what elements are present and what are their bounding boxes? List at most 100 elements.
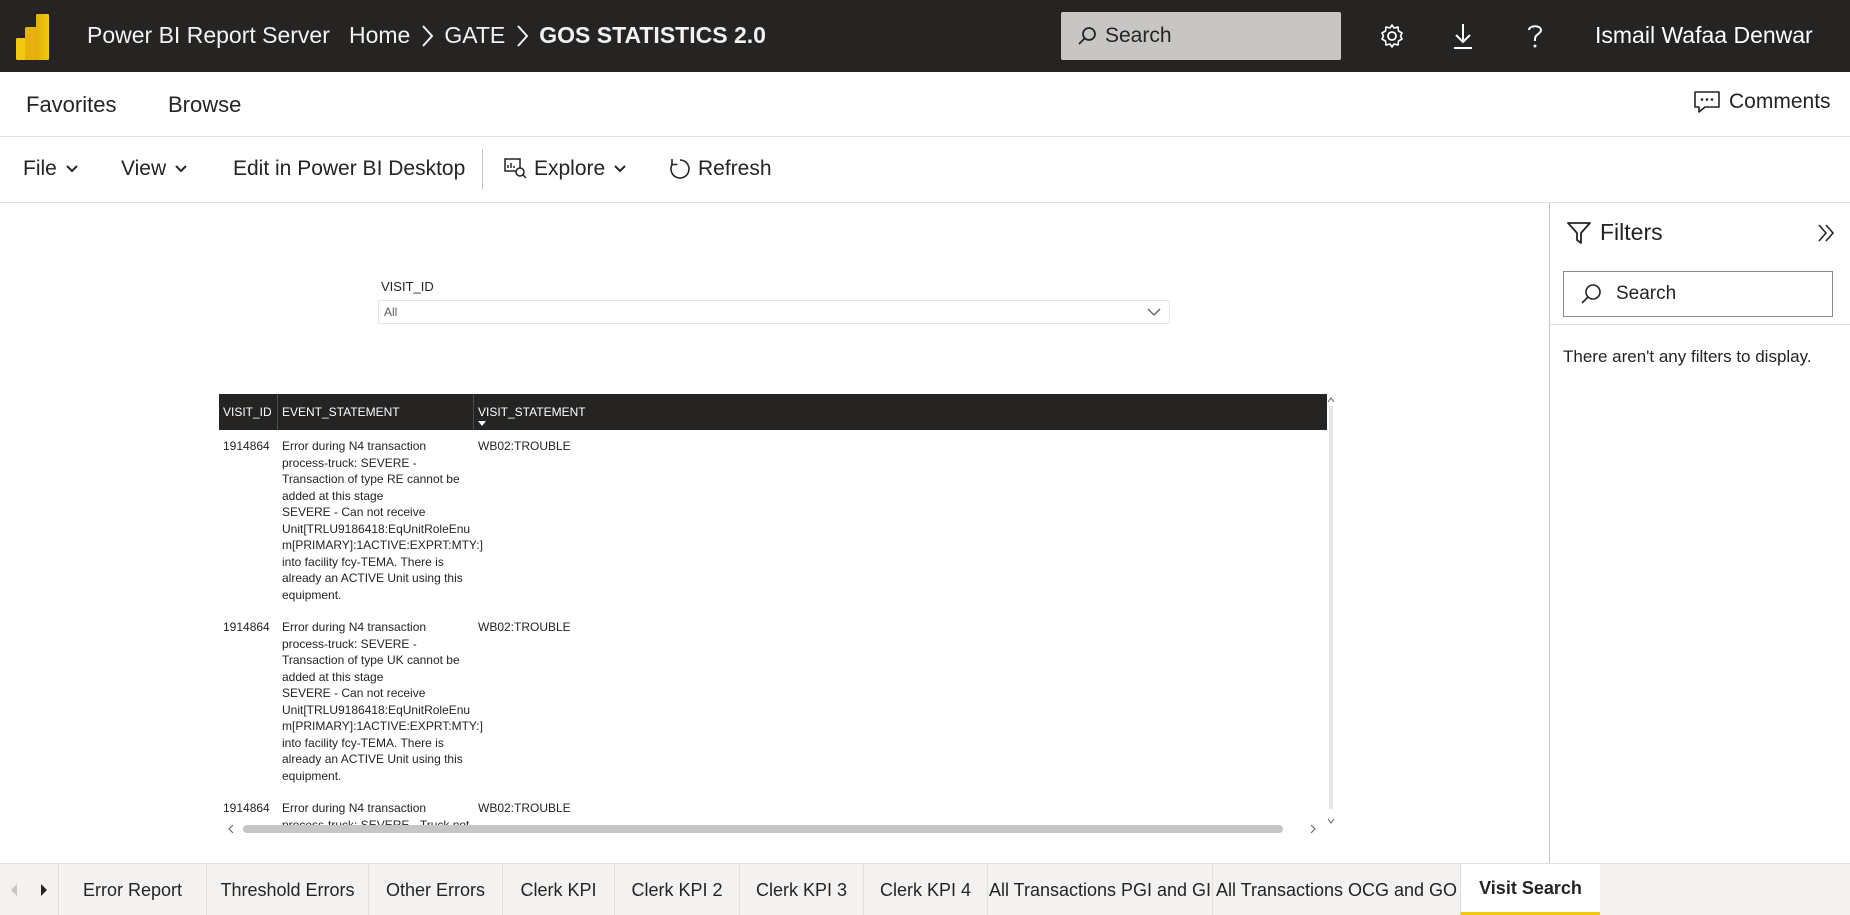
search-icon — [1078, 27, 1096, 45]
view-menu-label: View — [121, 157, 167, 180]
page-tab[interactable]: Clerk KPI — [502, 864, 614, 915]
event-statement-line: already an ACTIVE Unit using this — [282, 571, 463, 585]
report-canvas: VISIT_ID All VISIT_ID EVENT_STATEMENT VI… — [0, 203, 1549, 863]
column-header-visit-statement-label: VISIT_STATEMENT — [478, 405, 586, 419]
filter-icon — [1567, 221, 1591, 244]
power-bi-report-page: Power BI Report Server Home GATE GOS STA… — [0, 0, 1850, 915]
chevron-right-icon — [410, 24, 444, 48]
breadcrumb-gate[interactable]: GATE — [444, 22, 505, 49]
page-tab[interactable]: Error Report — [58, 864, 206, 915]
event-statement-line: Error during N4 transaction — [282, 620, 427, 634]
horizontal-scroll-thumb[interactable] — [243, 825, 1283, 833]
page-tab[interactable]: Visit Search — [1460, 864, 1600, 915]
visit-id-slicer-dropdown[interactable]: All — [378, 300, 1170, 324]
cell-visit-id: 1914864 — [223, 620, 270, 634]
nav-favorites[interactable]: Favorites — [26, 92, 116, 118]
app-title[interactable]: Power BI Report Server — [87, 22, 330, 49]
scroll-up-icon[interactable] — [1327, 396, 1335, 404]
table-horizontal-scrollbar[interactable] — [219, 820, 1327, 836]
event-statement-line: Unit[TRLU9186418:EqUnitRoleEnu — [282, 521, 471, 536]
view-menu[interactable]: View — [121, 157, 188, 181]
event-statement-line: equipment. — [282, 768, 342, 783]
chevron-down-icon — [66, 165, 78, 173]
column-header-event-statement[interactable]: EVENT_STATEMENT — [278, 394, 474, 430]
user-name[interactable]: Ismail Wafaa Denwar — [1595, 22, 1813, 49]
top-search-placeholder: Search — [1105, 24, 1172, 47]
explore-icon — [504, 158, 527, 179]
nav-bar: Favorites Browse Comments — [0, 72, 1850, 137]
breadcrumb: Home GATE GOS STATISTICS 2.0 — [349, 22, 766, 49]
cell-visit-statement: WB02:TROUBLE — [478, 801, 571, 815]
nav-browse[interactable]: Browse — [168, 92, 241, 118]
file-menu[interactable]: File — [23, 157, 79, 181]
filters-search-input[interactable]: Search — [1563, 271, 1833, 317]
page-tab[interactable]: Other Errors — [368, 864, 502, 915]
table-vertical-scrollbar[interactable] — [1327, 394, 1335, 831]
breadcrumb-current-report: GOS STATISTICS 2.0 — [539, 22, 766, 48]
event-statement-line: into facility fcy-TEMA. There is — [282, 735, 444, 750]
report-toolbar: File View Edit in Power BI Desktop Explo… — [0, 137, 1850, 203]
page-tab[interactable]: Clerk KPI 4 — [863, 864, 987, 915]
refresh-button[interactable]: Refresh — [668, 157, 772, 181]
comments-button[interactable]: Comments — [1693, 90, 1831, 114]
slicer-value: All — [384, 305, 398, 319]
vertical-scroll-track[interactable] — [1329, 406, 1333, 809]
help-icon[interactable] — [1519, 20, 1551, 52]
event-statement-line: Error during N4 transaction — [282, 439, 427, 453]
explore-menu[interactable]: Explore — [504, 157, 627, 181]
cell-visit-id: 1914864 — [223, 439, 270, 453]
scroll-left-icon[interactable] — [227, 824, 235, 834]
page-tab[interactable]: Clerk KPI 2 — [614, 864, 739, 915]
comments-label: Comments — [1729, 90, 1831, 113]
collapse-pane-icon[interactable] — [1816, 223, 1836, 248]
table-visual: VISIT_ID EVENT_STATEMENT VISIT_STATEMENT… — [219, 394, 1327, 831]
file-menu-label: File — [23, 157, 57, 180]
powerbi-logo-icon[interactable] — [16, 12, 56, 60]
chevron-down-icon — [175, 165, 187, 173]
scroll-right-icon[interactable] — [1309, 824, 1317, 834]
page-tab[interactable]: All Transactions OCG and GO — [1212, 864, 1460, 915]
filters-search-placeholder: Search — [1616, 283, 1677, 304]
page-tab[interactable]: Clerk KPI 3 — [739, 864, 863, 915]
refresh-icon — [670, 159, 690, 179]
column-header-visit-id[interactable]: VISIT_ID — [219, 394, 278, 430]
chevron-down-icon — [1147, 308, 1161, 316]
cell-event-statement: Error during N4 transaction process-truck… — [278, 438, 483, 603]
event-statement-line: m[PRIMARY]:1ACTIVE:EXPRT:MTY:] — [282, 719, 483, 733]
event-statement-line: Unit[TRLU9186418:EqUnitRoleEnu — [282, 702, 471, 717]
sort-descending-icon — [478, 421, 486, 426]
column-header-visit-statement[interactable]: VISIT_STATEMENT — [474, 394, 1327, 430]
cell-visit-statement: WB02:TROUBLE — [478, 620, 571, 634]
filters-empty-message: There aren't any filters to display. — [1563, 347, 1812, 366]
next-page-icon[interactable] — [30, 864, 58, 915]
page-tab[interactable]: Threshold Errors — [206, 864, 368, 915]
event-statement-line: added at this stage — [282, 669, 384, 684]
event-statement-line: Transaction of type RE cannot be — [282, 472, 460, 486]
cell-event-statement: Error during N4 transaction process-truck… — [278, 619, 483, 784]
download-icon[interactable] — [1447, 20, 1479, 52]
settings-gear-icon[interactable] — [1376, 20, 1408, 52]
edit-in-desktop-button[interactable]: Edit in Power BI Desktop — [233, 157, 465, 181]
cell-visit-statement: WB02:TROUBLE — [478, 439, 571, 453]
page-tab[interactable]: All Transactions PGI and GI — [987, 864, 1212, 915]
comment-icon — [1694, 91, 1720, 113]
filters-pane: Filters Search There aren't any filters … — [1549, 203, 1850, 863]
breadcrumb-home[interactable]: Home — [349, 22, 410, 49]
event-statement-line: into facility fcy-TEMA. There is — [282, 554, 444, 569]
event-statement-line: equipment. — [282, 587, 342, 602]
chevron-right-icon — [505, 24, 539, 48]
top-search-input[interactable]: Search — [1061, 12, 1341, 60]
event-statement-line: process-truck: SEVERE - — [282, 455, 417, 470]
chevron-down-icon — [614, 165, 626, 173]
refresh-label: Refresh — [698, 157, 772, 180]
search-icon — [1581, 284, 1601, 304]
event-statement-line: m[PRIMARY]:1ACTIVE:EXPRT:MTY:] — [282, 538, 483, 552]
event-statement-line: Transaction of type UK cannot be — [282, 653, 460, 667]
page-tabs-bar: Error Report Threshold Errors Other Errors… — [0, 863, 1850, 915]
table-header: VISIT_ID EVENT_STATEMENT VISIT_STATEMENT — [219, 394, 1327, 430]
scroll-down-icon[interactable] — [1327, 817, 1335, 825]
event-statement-line: Error during N4 transaction — [282, 801, 427, 815]
previous-page-icon[interactable] — [0, 864, 28, 915]
event-statement-line: process-truck: SEVERE - — [282, 636, 417, 651]
explore-label: Explore — [534, 157, 606, 180]
